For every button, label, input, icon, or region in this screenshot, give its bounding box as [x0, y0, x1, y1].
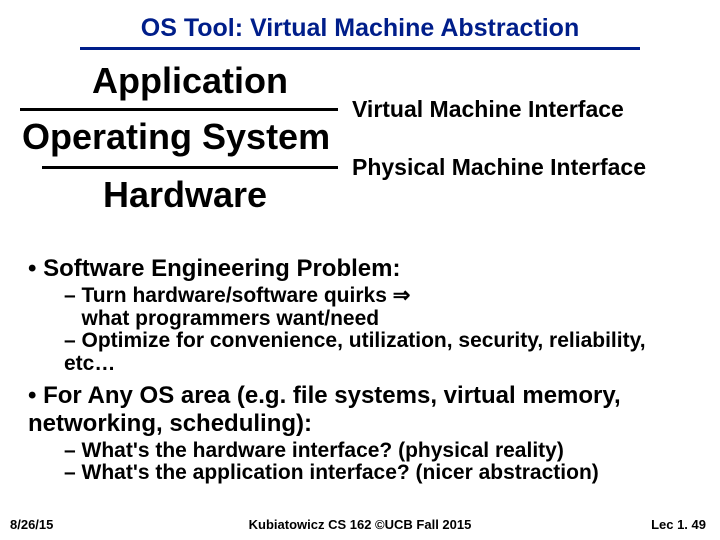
body-text: • Software Engineering Problem: – Turn h…: [28, 255, 690, 485]
layer-stack: Application Virtual Machine Interface Op…: [0, 56, 720, 236]
subbullet-optimize: – Optimize for convenience, utilization,…: [64, 330, 690, 375]
slide: OS Tool: Virtual Machine Abstraction App…: [0, 0, 720, 540]
footer-course: Kubiatowicz CS 162 ©UCB Fall 2015: [0, 517, 720, 532]
label-vmi: Virtual Machine Interface: [352, 96, 624, 123]
separator-os-hw: [42, 166, 338, 169]
footer-page: Lec 1. 49: [651, 517, 706, 532]
implies-icon: ⇒: [393, 284, 411, 307]
subbullet-app-iface: – What's the application interface? (nic…: [64, 462, 690, 485]
bullet-sep: • Software Engineering Problem:: [28, 255, 690, 283]
bullet-anyos: • For Any OS area (e.g. file systems, vi…: [28, 382, 690, 438]
label-pmi: Physical Machine Interface: [352, 154, 646, 181]
title-underline: [80, 47, 640, 50]
subbullet-quirks: – Turn hardware/software quirks ⇒ what p…: [64, 285, 690, 330]
bullet-anyos-text: For Any OS area (e.g. file systems, virt…: [28, 382, 621, 437]
layer-application: Application: [92, 62, 288, 100]
layer-os: Operating System: [22, 118, 330, 156]
bullet-sep-text: Software Engineering Problem:: [43, 255, 400, 282]
separator-app-os: [20, 108, 338, 111]
subbullet-hw-iface: – What's the hardware interface? (physic…: [64, 440, 690, 463]
layer-hardware: Hardware: [103, 176, 267, 214]
slide-title: OS Tool: Virtual Machine Abstraction: [0, 0, 720, 43]
